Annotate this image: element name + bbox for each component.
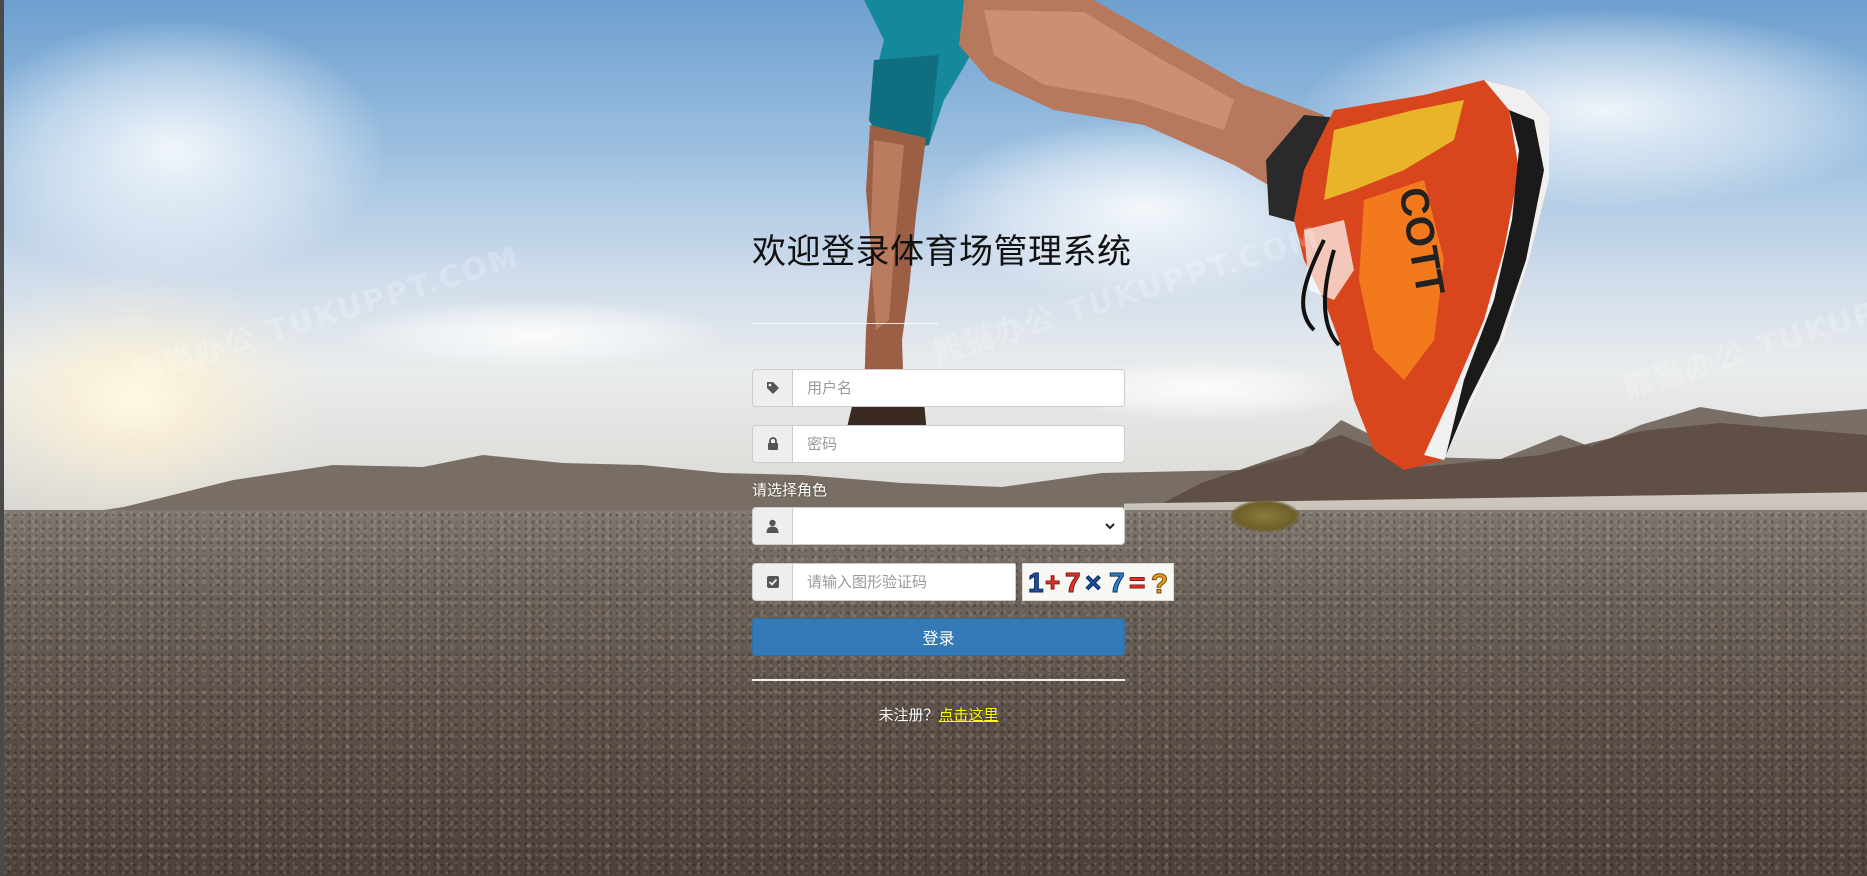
chevron-down-icon bbox=[1105, 523, 1115, 530]
svg-text:7: 7 bbox=[1065, 567, 1081, 598]
background-bush bbox=[1230, 500, 1300, 532]
title-divider bbox=[752, 323, 938, 324]
captcha-group bbox=[752, 563, 1016, 601]
username-input[interactable] bbox=[792, 369, 1125, 407]
tag-icon bbox=[752, 369, 792, 407]
login-page: COTT 熊猫办公 TUKUPPT.COM 熊猫办公 TUKUPPT.COM 熊… bbox=[0, 0, 1867, 876]
svg-text:7: 7 bbox=[1109, 567, 1125, 598]
login-button[interactable]: 登录 bbox=[752, 618, 1125, 656]
register-text: 未注册？ bbox=[878, 706, 939, 724]
svg-text:1: 1 bbox=[1028, 567, 1044, 598]
svg-text:?: ? bbox=[1151, 568, 1168, 599]
register-prompt: 未注册？点击这里 bbox=[752, 704, 1125, 725]
check-square-icon bbox=[752, 563, 792, 601]
user-icon bbox=[752, 507, 792, 545]
role-group bbox=[752, 507, 1125, 545]
captcha-row: 1 + 7 × 7 = ? bbox=[752, 563, 1174, 601]
svg-text:×: × bbox=[1085, 567, 1101, 598]
register-link[interactable]: 点击这里 bbox=[939, 706, 999, 724]
role-select[interactable] bbox=[792, 507, 1125, 545]
form-divider bbox=[752, 679, 1125, 681]
role-label: 请选择角色 bbox=[752, 481, 828, 499]
username-group bbox=[752, 369, 1125, 407]
login-panel: 欢迎登录体育场管理系统 请选择角色 bbox=[752, 220, 1174, 725]
captcha-image[interactable]: 1 + 7 × 7 = ? bbox=[1022, 563, 1174, 601]
password-group bbox=[752, 425, 1125, 463]
captcha-input[interactable] bbox=[792, 563, 1016, 601]
svg-text:=: = bbox=[1129, 567, 1145, 598]
page-title: 欢迎登录体育场管理系统 bbox=[752, 232, 1132, 272]
svg-text:+: + bbox=[1045, 567, 1060, 597]
password-input[interactable] bbox=[792, 425, 1125, 463]
lock-icon bbox=[752, 425, 792, 463]
